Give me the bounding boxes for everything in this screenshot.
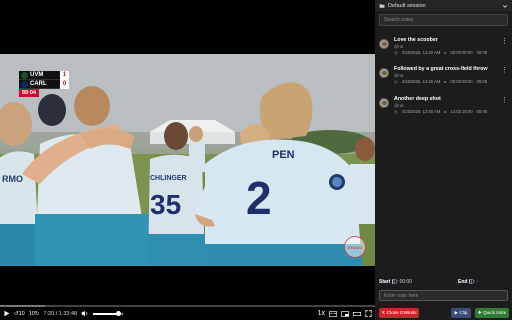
video-player[interactable]: RMO CHLINGER 35 PEN 2 UVM 1 CARL 0 89:04…: [0, 0, 375, 305]
team1-logo-icon: [21, 71, 28, 79]
start-mark[interactable]: Start ([): 00:00: [379, 279, 458, 287]
clip-range: Start ([): 00:00 End (]): -: [379, 279, 508, 287]
avatar: [379, 68, 389, 78]
jersey-secondary-number: 35: [150, 189, 181, 220]
panel-actions: ✕ Close GWinds ▶ Clip ✚ Quick Note: [375, 307, 512, 319]
note-meta: ◷ 4/15/2025, 12:40 AM ▸ 00:00:03:00 00:0…: [394, 79, 491, 84]
note-meta: ◷ 4/15/2025, 12:40 AM ▸ 14:02:19:00 00:0…: [394, 109, 491, 114]
play-icon: ▸: [444, 109, 447, 114]
team2-logo-icon: [21, 80, 28, 88]
skip-back-button[interactable]: ↺10: [14, 308, 25, 319]
video-controls: ↺10 10↻ 7:20 / 1:33:48 1x: [0, 307, 375, 320]
fullscreen-icon: [365, 310, 372, 317]
clock-icon: ◷: [394, 50, 398, 55]
play-icon: ▸: [444, 79, 447, 84]
jersey-main-number: 2: [246, 172, 272, 224]
note-menu-icon[interactable]: ⋮: [501, 66, 508, 74]
note-date: 4/15/2025, 12:40 AM: [401, 79, 441, 84]
theater-icon: [353, 311, 361, 316]
note-date: 4/15/2025, 12:40 AM: [401, 50, 441, 55]
quick-note-button[interactable]: ✚ Quick Note: [475, 308, 509, 318]
end-mark[interactable]: End (]): -: [458, 279, 508, 287]
notes-panel: Default session Love the scoober @rut ◷ …: [375, 0, 512, 320]
miniplayer-button[interactable]: [341, 308, 349, 319]
close-button[interactable]: ✕ Close GWinds: [379, 308, 419, 318]
session-label: Default session: [388, 2, 426, 9]
settings-button[interactable]: [329, 308, 337, 319]
note-duration: 00:05: [476, 109, 488, 114]
jersey-left-text: RMO: [2, 174, 23, 184]
session-selector[interactable]: Default session: [375, 0, 512, 11]
search-notes-input[interactable]: [379, 14, 508, 26]
theater-button[interactable]: [353, 308, 361, 319]
volume-slider[interactable]: [93, 310, 124, 316]
jersey-secondary-name: CHLINGER: [150, 175, 187, 182]
note-duration: 00:05: [476, 79, 488, 84]
broadcast-watermark-logo: STUDIO: [344, 236, 366, 258]
note-menu-icon[interactable]: ⋮: [501, 96, 508, 104]
note-item[interactable]: Followed by a great cross-field throw @r…: [379, 66, 510, 88]
fullscreen-button[interactable]: [365, 308, 372, 319]
note-item[interactable]: Love the scoober @rut ◷ 4/15/2025, 12:40…: [379, 37, 510, 59]
time-display: 7:20 / 1:33:48: [43, 310, 78, 317]
note-item[interactable]: Another deep shot @rut ◷ 4/15/2025, 12:4…: [379, 96, 510, 118]
play-button[interactable]: [3, 308, 10, 319]
volume-icon: [81, 310, 88, 317]
note-input-field[interactable]: [379, 290, 508, 301]
play-icon: ▸: [444, 50, 447, 55]
miniplayer-icon: [341, 310, 349, 317]
clock-icon: ◷: [394, 109, 398, 114]
playback-speed-button[interactable]: 1x: [318, 308, 325, 319]
team2-score: 0: [60, 79, 69, 89]
note-duration: 00:05: [476, 50, 488, 55]
note-title: Another deep shot: [394, 96, 441, 102]
team1-score: 1: [60, 70, 69, 80]
scorebug-team2: CARL 0: [19, 79, 69, 89]
chevron-down-icon: [502, 4, 508, 8]
note-title: Followed by a great cross-field throw: [394, 66, 488, 72]
note-user: @rut: [394, 44, 404, 49]
avatar: [379, 39, 389, 49]
volume-button[interactable]: [81, 308, 89, 319]
team2-name: CARL: [30, 81, 47, 87]
note-user: @rut: [394, 73, 404, 78]
note-timestamp: 00:00:03:00: [450, 79, 473, 84]
note-timestamp: 14:02:19:00: [450, 109, 473, 114]
note-menu-icon[interactable]: ⋮: [501, 37, 508, 45]
note-user: @rut: [394, 103, 404, 108]
game-clock: 89:04: [19, 89, 39, 97]
clock-icon: ◷: [394, 79, 398, 84]
skip-forward-button[interactable]: 10↻: [29, 308, 40, 319]
note-timestamp: 00:00:00:00: [450, 50, 473, 55]
note-title: Love the scoober: [394, 37, 438, 43]
avatar: [379, 98, 389, 108]
note-date: 4/15/2025, 12:40 AM: [401, 109, 441, 114]
app-root: RMO CHLINGER 35 PEN 2 UVM 1 CARL 0 89:04…: [0, 0, 512, 320]
scorebug: UVM 1 CARL 0 89:04: [19, 70, 69, 99]
clip-button[interactable]: ▶ Clip: [451, 308, 471, 318]
jersey-main-name: PEN: [272, 149, 295, 161]
folder-icon: [379, 3, 385, 8]
volume-fill: [93, 312, 119, 315]
play-icon: [4, 310, 10, 317]
team1-name: UVM: [30, 72, 44, 78]
volume-handle[interactable]: [116, 310, 122, 316]
captions-icon: [329, 310, 337, 317]
note-meta: ◷ 4/15/2025, 12:40 AM ▸ 00:00:00:00 00:0…: [394, 50, 491, 55]
